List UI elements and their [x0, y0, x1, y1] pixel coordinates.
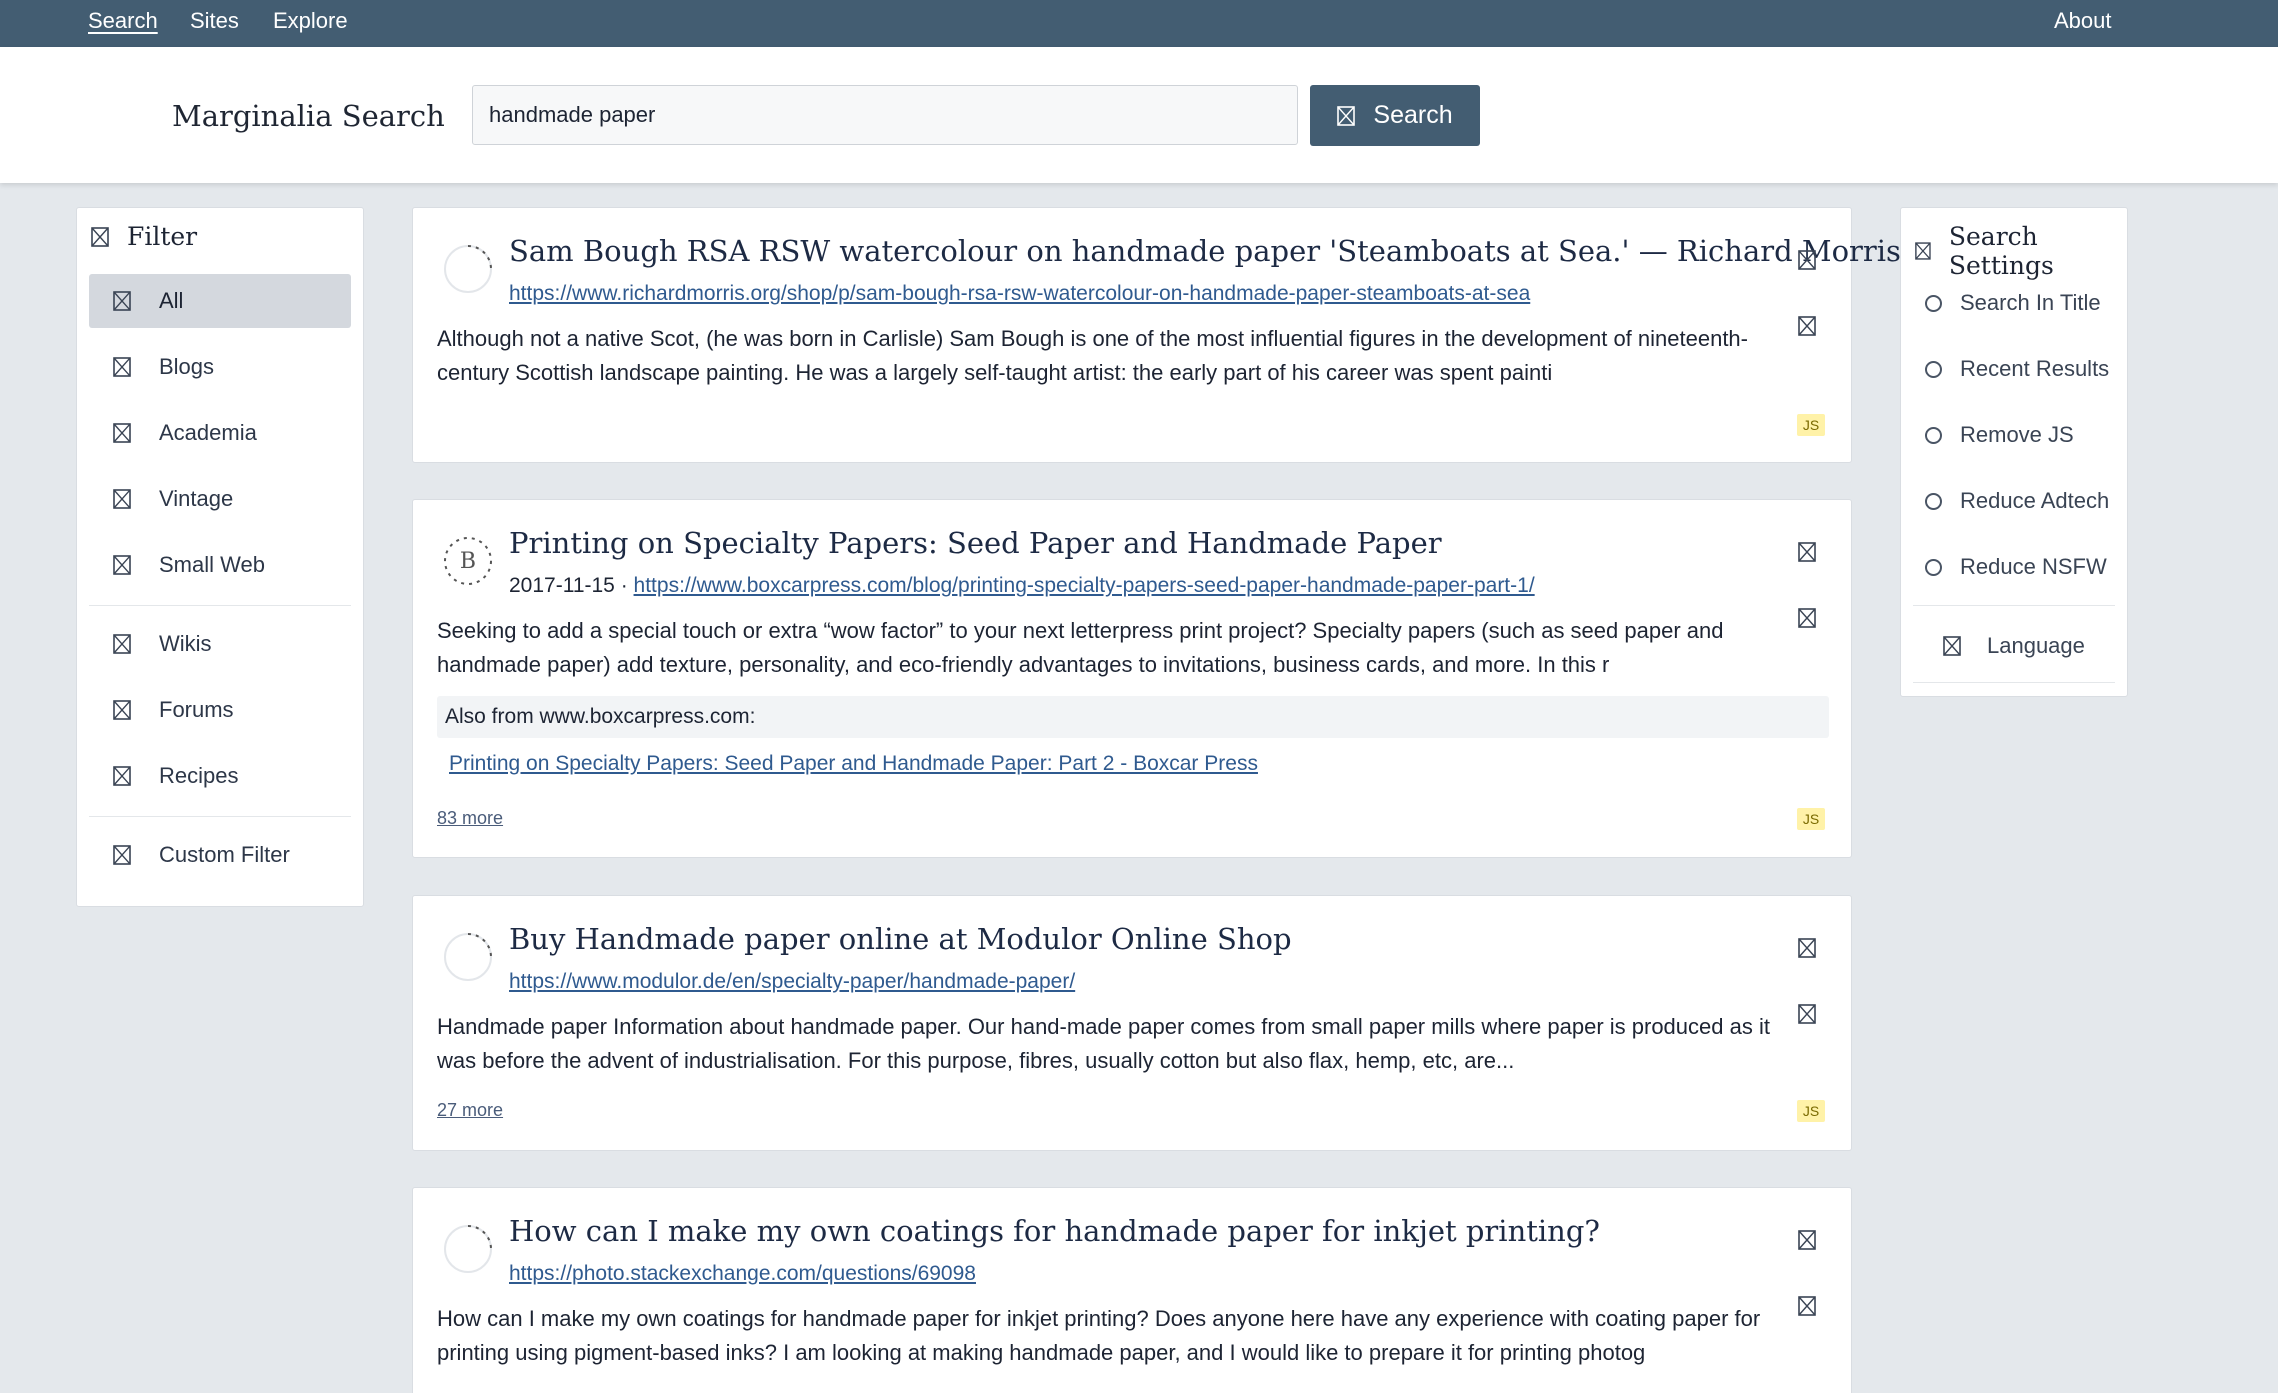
search-header: Marginalia Search Search	[0, 47, 2278, 183]
similar-icon[interactable]	[1798, 608, 1816, 628]
radio-icon	[1925, 360, 1942, 378]
result-url-link[interactable]: https://www.richardmorris.org/shop/p/sam…	[509, 282, 1530, 305]
search-icon	[1337, 106, 1355, 126]
setting-reduce-nsfw[interactable]: Reduce NSFW	[1925, 554, 2107, 580]
result-description: Seeking to add a special touch or extra …	[437, 618, 1724, 677]
filter-item-forums[interactable]: Forums	[89, 683, 351, 737]
blogs-icon	[113, 357, 131, 377]
filter-item-small-web[interactable]: Small Web	[89, 538, 351, 592]
result-title-link[interactable]: Buy Handmade paper online at Modulor Onl…	[509, 922, 1292, 956]
filter-item-custom-filter[interactable]: Custom Filter	[89, 828, 351, 882]
result-description: Handmade paper Information about handmad…	[437, 1014, 1770, 1073]
nav-about-link[interactable]: About	[2054, 0, 2112, 47]
more-results-link[interactable]: 27 more	[437, 1100, 503, 1121]
wikis-icon	[113, 634, 131, 654]
radio-icon	[1925, 426, 1942, 444]
small-web-icon	[113, 555, 131, 575]
also-from-label: Also from www.boxcarpress.com:	[445, 705, 756, 728]
result-card: How can I make my own coatings for handm…	[412, 1187, 1852, 1393]
result-date: 2017-11-15 ·	[509, 574, 628, 597]
vintage-icon	[113, 489, 131, 509]
result-description: How can I make my own coatings for handm…	[437, 1306, 1761, 1365]
result-description: Although not a native Scot, (he was born…	[437, 326, 1748, 385]
loading-favicon-icon	[444, 1225, 492, 1273]
nav-sites-link[interactable]: Sites	[190, 0, 239, 47]
custom-filter-icon	[113, 845, 131, 865]
language-icon	[1943, 636, 1961, 656]
filter-divider	[89, 816, 351, 817]
result-url: https://www.richardmorris.org/shop/p/sam…	[509, 282, 1530, 306]
result-title-link[interactable]: Sam Bough RSA RSW watercolour on handmad…	[509, 234, 1901, 268]
filter-item-wikis[interactable]: Wikis	[89, 617, 351, 671]
setting-language[interactable]: Language	[1943, 633, 2085, 659]
js-badge: JS	[1797, 414, 1825, 436]
info-icon[interactable]	[1798, 938, 1816, 958]
result-url: https://www.modulor.de/en/specialty-pape…	[509, 970, 1075, 994]
result-card: B Printing on Specialty Papers: Seed Pap…	[412, 499, 1852, 858]
filter-panel: Filter All Blogs Academia Vintage Small …	[76, 207, 364, 907]
forums-icon	[113, 700, 131, 720]
result-url-link[interactable]: https://www.boxcarpress.com/blog/printin…	[634, 574, 1535, 597]
radio-icon	[1925, 492, 1942, 510]
academia-icon	[113, 423, 131, 443]
setting-reduce-adtech[interactable]: Reduce Adtech	[1925, 488, 2109, 514]
filter-divider	[89, 605, 351, 606]
filter-item-recipes[interactable]: Recipes	[89, 749, 351, 803]
nav-explore-link[interactable]: Explore	[273, 0, 348, 47]
site-brand[interactable]: Marginalia Search	[172, 99, 445, 133]
similar-icon[interactable]	[1798, 1296, 1816, 1316]
favicon-letter: B	[460, 549, 476, 574]
settings-icon	[1915, 241, 1931, 261]
info-icon[interactable]	[1798, 250, 1816, 270]
setting-search-in-title[interactable]: Search In Title	[1925, 290, 2101, 316]
filter-item-all[interactable]: All	[89, 274, 351, 328]
settings-divider	[1913, 682, 2115, 683]
similar-icon[interactable]	[1798, 1004, 1816, 1024]
more-results-link[interactable]: 83 more	[437, 808, 503, 829]
result-url-link[interactable]: https://photo.stackexchange.com/question…	[509, 1262, 976, 1285]
result-title-link[interactable]: How can I make my own coatings for handm…	[509, 1214, 1600, 1248]
similar-icon[interactable]	[1798, 316, 1816, 336]
also-from-link[interactable]: Printing on Specialty Papers: Seed Paper…	[449, 752, 1258, 776]
settings-divider	[1913, 605, 2115, 606]
search-button[interactable]: Search	[1310, 85, 1480, 146]
recipes-icon	[113, 766, 131, 786]
filter-item-blogs[interactable]: Blogs	[89, 340, 351, 394]
result-card: Buy Handmade paper online at Modulor Onl…	[412, 895, 1852, 1151]
js-badge: JS	[1797, 1100, 1825, 1122]
site-favicon-icon: B	[444, 537, 492, 585]
info-icon[interactable]	[1798, 1230, 1816, 1250]
top-nav: Search Sites Explore About	[0, 0, 2278, 47]
filter-item-vintage[interactable]: Vintage	[89, 472, 351, 526]
result-title-link[interactable]: Printing on Specialty Papers: Seed Paper…	[509, 526, 1442, 560]
loading-favicon-icon	[444, 933, 492, 981]
info-icon[interactable]	[1798, 542, 1816, 562]
result-card: Sam Bough RSA RSW watercolour on handmad…	[412, 207, 1901, 463]
radio-icon	[1925, 558, 1942, 576]
nav-search-link[interactable]: Search	[88, 0, 158, 47]
loading-favicon-icon	[444, 245, 492, 293]
filter-title: Filter	[91, 222, 197, 251]
all-icon	[113, 291, 131, 311]
js-badge: JS	[1797, 808, 1825, 830]
result-url-link[interactable]: https://www.modulor.de/en/specialty-pape…	[509, 970, 1075, 993]
settings-title: Search Settings	[1915, 222, 2127, 280]
settings-panel: Search Settings Search In Title Recent R…	[1900, 207, 2128, 697]
search-input[interactable]	[472, 85, 1298, 145]
radio-icon	[1925, 294, 1942, 312]
also-from-box: Also from www.boxcarpress.com:	[437, 696, 1829, 738]
filter-icon	[91, 227, 109, 247]
setting-remove-js[interactable]: Remove JS	[1925, 422, 2074, 448]
setting-recent-results[interactable]: Recent Results	[1925, 356, 2109, 382]
search-button-label: Search	[1373, 101, 1453, 129]
result-url: https://photo.stackexchange.com/question…	[509, 1262, 976, 1286]
result-url: 2017-11-15 · https://www.boxcarpress.com…	[509, 574, 1535, 598]
filter-item-academia[interactable]: Academia	[89, 406, 351, 460]
